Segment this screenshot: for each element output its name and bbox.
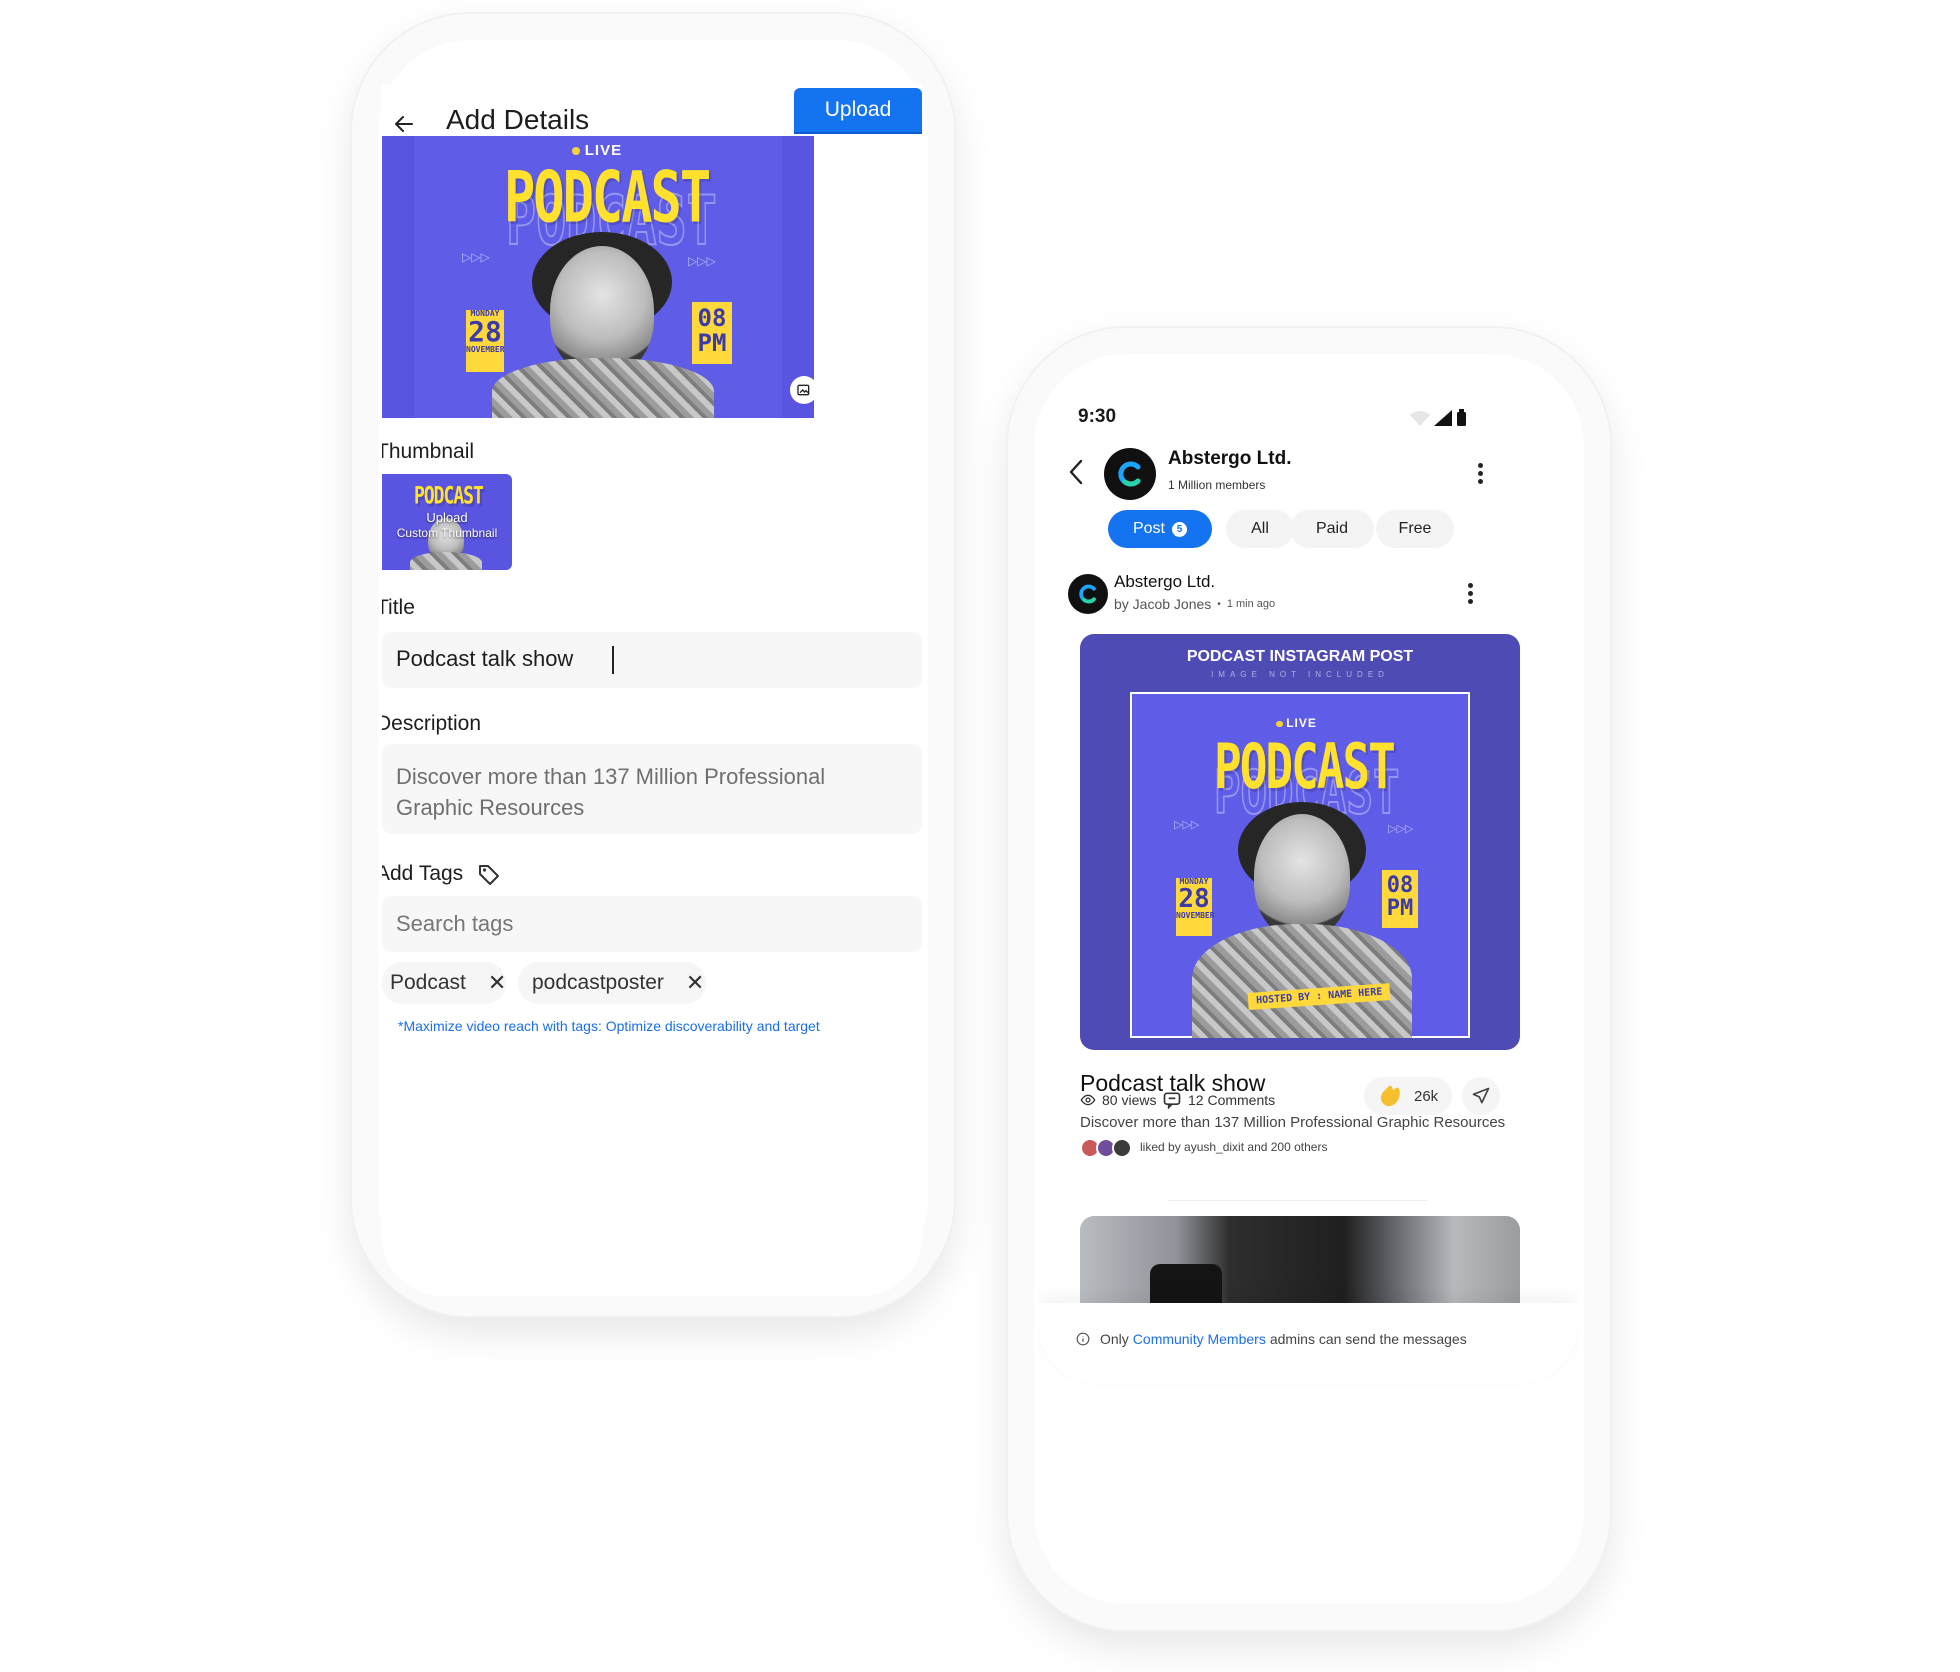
liked-avatar xyxy=(1112,1138,1132,1158)
thumbnail-label: Thumbnail xyxy=(382,440,475,463)
tag-chip-podcastposter[interactable]: podcastposter ✕ xyxy=(518,962,706,1004)
post-image-subheader: IMAGE NOT INCLUDED xyxy=(1211,670,1389,679)
post-description: Discover more than 137 Million Professio… xyxy=(1080,1114,1506,1131)
poster-time: 08 xyxy=(697,304,727,332)
post-poster-month: NOVEMBER xyxy=(1176,911,1215,920)
title-input[interactable]: Podcast talk show xyxy=(382,632,922,688)
post-time: 1 min ago xyxy=(1226,598,1276,610)
post-by: by Jacob Jones xyxy=(1114,596,1212,612)
back-chevron-icon[interactable] xyxy=(1066,458,1086,486)
community-logo-icon xyxy=(1118,461,1141,487)
community-members: 1 Million members xyxy=(1168,478,1266,492)
add-tags-label-row: Add Tags xyxy=(382,862,501,886)
more-options-icon[interactable] xyxy=(1478,460,1484,487)
search-tags-input[interactable]: Search tags xyxy=(382,896,922,952)
title-input-value: Podcast talk show xyxy=(396,646,574,671)
search-tags-placeholder: Search tags xyxy=(396,911,514,936)
share-button[interactable] xyxy=(1462,1077,1500,1115)
thumbnail-custom-text: Custom Thumbnail xyxy=(396,526,498,540)
thumbnail-poster-title: PODCAST xyxy=(414,482,484,511)
post-author-avatar[interactable] xyxy=(1068,574,1108,614)
footer-prefix: Only xyxy=(1100,1331,1129,1347)
signal-icon xyxy=(1434,410,1452,426)
status-icons xyxy=(1410,409,1466,426)
text-caret xyxy=(612,646,614,674)
post-live-label: LIVE xyxy=(1276,716,1317,730)
bottom-info-bar: Only Community Members admins can send t… xyxy=(1038,1303,1578,1383)
eye-icon xyxy=(1080,1094,1096,1106)
feed-divider xyxy=(1168,1200,1428,1201)
upload-button[interactable]: Upload xyxy=(794,88,922,132)
description-textarea[interactable]: Discover more than 137 Million Professio… xyxy=(382,744,922,834)
post-image[interactable]: PODCAST INSTAGRAM POST IMAGE NOT INCLUDE… xyxy=(1080,634,1520,1050)
community-avatar[interactable] xyxy=(1104,448,1156,500)
filter-pill-post[interactable]: Post 5 xyxy=(1108,510,1212,548)
filter-pill-paid[interactable]: Paid xyxy=(1290,510,1374,548)
tag-chip-podcast[interactable]: Podcast ✕ xyxy=(382,962,506,1004)
community-feed-screen: 9:30 Abstergo Ltd. 1 Million members Pos… xyxy=(1038,358,1578,1600)
tag-chip-label: Podcast xyxy=(390,971,466,994)
footer-suffix: admins can send the messages xyxy=(1269,1331,1467,1347)
add-tags-label: Add Tags xyxy=(382,862,464,885)
liked-by-text: liked by ayush_dixit and 200 others xyxy=(1140,1140,1328,1154)
description-label: Description xyxy=(382,712,482,735)
filter-pill-free[interactable]: Free xyxy=(1376,510,1454,548)
post-meta: by Jacob Jones • 1 min ago xyxy=(1114,596,1276,612)
post-image-header: PODCAST INSTAGRAM POST xyxy=(1186,648,1414,665)
views-metric: 80 views xyxy=(1080,1092,1156,1108)
likes-count: 26k xyxy=(1414,1087,1439,1105)
post-poster-date: 28 xyxy=(1178,884,1210,914)
send-icon xyxy=(1472,1087,1490,1104)
post-count-badge: 5 xyxy=(1172,521,1187,537)
back-arrow-icon[interactable] xyxy=(392,112,416,136)
post-poster-title: PODCAST xyxy=(1214,730,1396,803)
tags-hint-text: *Maximize video reach with tags: Optimiz… xyxy=(398,1018,820,1034)
like-button[interactable]: 26k xyxy=(1364,1077,1452,1115)
post-poster-time-unit: PM xyxy=(1386,896,1414,922)
wifi-icon xyxy=(1410,411,1430,426)
post-author-name: Abstergo Ltd. xyxy=(1114,572,1216,591)
author-logo-icon xyxy=(1079,584,1096,604)
status-time: 9:30 xyxy=(1078,406,1117,427)
custom-thumbnail-upload[interactable]: PODCAST Upload Custom Thumbnail xyxy=(382,474,512,570)
filter-pill-all[interactable]: All xyxy=(1226,510,1294,548)
image-edit-icon xyxy=(797,384,810,396)
poster-date: 28 xyxy=(468,315,502,348)
battery-icon xyxy=(1457,412,1466,426)
description-value: Discover more than 137 Million Professio… xyxy=(396,764,826,820)
video-preview-image[interactable]: LIVE PODCAST PODCAST ▷▷▷ ▷▷▷ MONDAY 28 N… xyxy=(382,136,814,418)
comments-metric[interactable]: 12 Comments xyxy=(1162,1090,1275,1110)
comment-icon xyxy=(1163,1092,1181,1110)
clap-icon xyxy=(1380,1085,1400,1107)
community-name: Abstergo Ltd. xyxy=(1168,448,1292,469)
messaging-restriction-note: Only Community Members admins can send t… xyxy=(1076,1331,1467,1347)
poster-time-unit: PM xyxy=(697,329,727,358)
page-title: Add Details xyxy=(446,104,590,135)
tag-icon xyxy=(479,865,500,885)
phone-frame-right: 9:30 Abstergo Ltd. 1 Million members Pos… xyxy=(1008,328,1610,1630)
views-count: 80 views xyxy=(1102,1092,1157,1108)
info-icon xyxy=(1076,1332,1090,1346)
poster-month: NOVEMBER xyxy=(466,345,505,354)
post-options-icon[interactable] xyxy=(1468,580,1474,607)
community-members-link[interactable]: Community Members xyxy=(1133,1331,1266,1347)
remove-tag-icon[interactable]: ✕ xyxy=(686,970,704,996)
post-poster-time: 08 xyxy=(1386,873,1414,898)
comments-count: 12 Comments xyxy=(1188,1092,1276,1108)
remove-tag-icon[interactable]: ✕ xyxy=(488,970,506,996)
tag-chip-label: podcastposter xyxy=(532,971,664,994)
live-label: LIVE xyxy=(572,142,622,159)
add-details-screen: Add Details Upload LIVE PODCAST PODCAST … xyxy=(382,84,922,1296)
change-image-button[interactable] xyxy=(790,376,814,404)
phone-frame-left: Add Details Upload LIVE PODCAST PODCAST … xyxy=(352,14,954,1316)
title-label: Title xyxy=(382,596,415,619)
filter-pill-label: Post xyxy=(1132,520,1165,537)
poster-title: PODCAST xyxy=(504,158,711,239)
thumbnail-upload-text: Upload xyxy=(426,510,468,525)
